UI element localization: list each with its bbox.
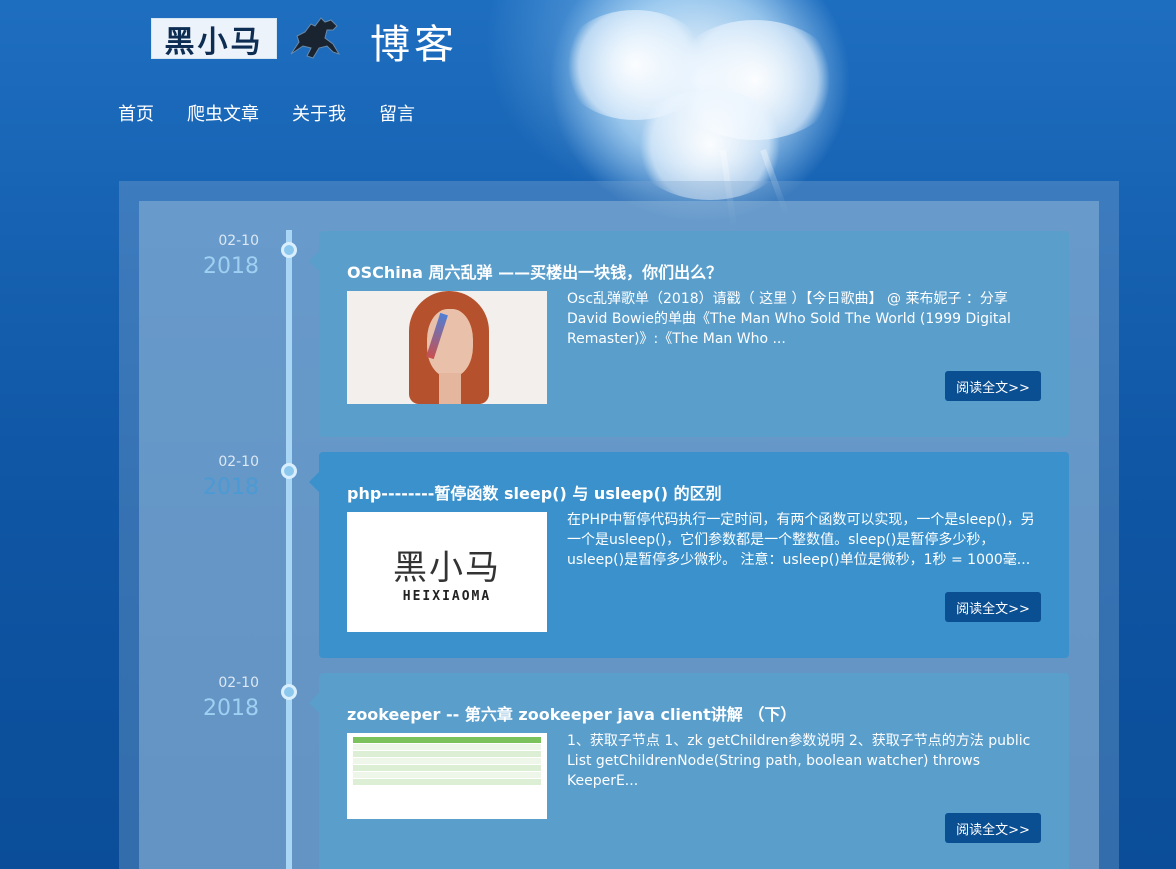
post-thumbnail[interactable] bbox=[347, 291, 547, 404]
site-logo[interactable]: 黑小马 bbox=[151, 18, 277, 60]
timeline-dot bbox=[281, 242, 297, 258]
post-card: OSChina 周六乱弹 ——买楼出一块钱，你们出么？ Osc乱弹歌单（2018… bbox=[309, 231, 1069, 437]
timeline-dot bbox=[281, 684, 297, 700]
thumbnail-table-row bbox=[353, 765, 541, 771]
thumbnail-table-header bbox=[353, 737, 541, 743]
thumbnail-table-row bbox=[353, 744, 541, 750]
post-excerpt: 在PHP中暂停代码执行一定时间，有两个函数可以实现，一个是sleep()，另一个… bbox=[567, 512, 1035, 568]
post-thumbnail[interactable]: 黑小马 HEIXIAOMA bbox=[347, 512, 547, 632]
thumbnail-logo-text: 黑小马 bbox=[393, 548, 501, 588]
post-thumbnail[interactable] bbox=[347, 733, 547, 819]
portrait-neck bbox=[439, 373, 461, 404]
read-more-button[interactable]: 阅读全文>> bbox=[945, 813, 1041, 843]
nav-item-about[interactable]: 关于我 bbox=[292, 100, 346, 126]
post-year: 2018 bbox=[203, 475, 259, 500]
post-excerpt: 1、获取子节点 1、zk getChildren参数说明 2、获取子节点的方法 … bbox=[567, 733, 1031, 789]
nav-item-home[interactable]: 首页 bbox=[118, 100, 154, 126]
thumbnail-logo-subtext: HEIXIAOMA bbox=[402, 589, 492, 604]
thumbnail-table-row bbox=[353, 758, 541, 764]
main-nav: 首页 爬虫文章 关于我 留言 bbox=[118, 100, 415, 126]
post-year: 2018 bbox=[203, 696, 259, 721]
nav-item-crawler-articles[interactable]: 爬虫文章 bbox=[187, 100, 259, 126]
post-date: 02-10 bbox=[218, 454, 259, 470]
nav-item-guestbook[interactable]: 留言 bbox=[379, 100, 415, 126]
brand-title: 博客 bbox=[370, 22, 458, 68]
post-year: 2018 bbox=[203, 254, 259, 279]
post-title[interactable]: OSChina 周六乱弹 ——买楼出一块钱，你们出么？ bbox=[347, 259, 722, 283]
post-date: 02-10 bbox=[218, 675, 259, 691]
horse-icon bbox=[290, 17, 341, 59]
thumbnail-table-row bbox=[353, 779, 541, 785]
post-title[interactable]: php--------暂停函数 sleep() 与 usleep() 的区别 bbox=[347, 480, 722, 504]
post-title[interactable]: zookeeper -- 第六章 zookeeper java client讲解… bbox=[347, 701, 796, 725]
thumbnail-table-row bbox=[353, 772, 541, 778]
post-excerpt: Osc乱弹歌单（2018）请戳（ 这里 ）【今日歌曲】 @ 莱布妮子 ：分享 D… bbox=[567, 291, 1011, 347]
thumbnail-table-row bbox=[353, 751, 541, 757]
timeline-line bbox=[286, 230, 292, 869]
read-more-button[interactable]: 阅读全文>> bbox=[945, 371, 1041, 401]
timeline-dot bbox=[281, 463, 297, 479]
post-card: zookeeper -- 第六章 zookeeper java client讲解… bbox=[309, 673, 1069, 869]
post-card: php--------暂停函数 sleep() 与 usleep() 的区别 黑… bbox=[309, 452, 1069, 658]
read-more-button[interactable]: 阅读全文>> bbox=[945, 592, 1041, 622]
post-date: 02-10 bbox=[218, 233, 259, 249]
